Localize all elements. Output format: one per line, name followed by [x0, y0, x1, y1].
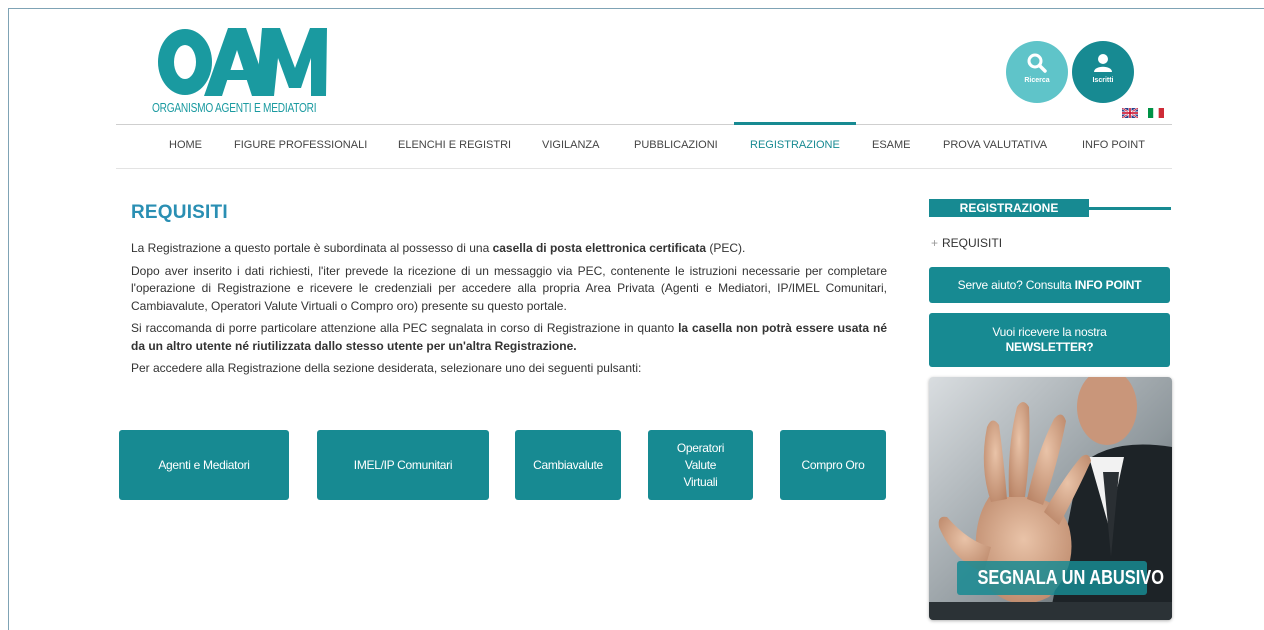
oam-logo-mark — [158, 28, 327, 96]
nav-item-esame[interactable]: ESAME — [872, 139, 911, 151]
paragraph-warning: Si raccomanda di porre particolare atten… — [131, 320, 887, 355]
paragraph-pec-bold: casella di posta elettronica certificata — [492, 241, 706, 255]
nav-item-pubblicazioni[interactable]: PUBBLICAZIONI — [634, 139, 718, 151]
report-unauthorized-label: SEGNALA UN ABUSIVO — [957, 561, 1164, 595]
nav-item-elenchi-e-registri[interactable]: ELENCHI E REGISTRI — [398, 139, 511, 151]
nav-item-info-point[interactable]: INFO POINT — [1082, 139, 1145, 151]
paragraph-instructions: Per accedere alla Registrazione della se… — [131, 361, 642, 375]
logo-subtitle: ORGANISMO AGENTI E MEDIATORI — [152, 100, 317, 115]
paragraph-iter: Dopo aver inserito i dati richiesti, l'i… — [131, 263, 887, 313]
operatori-valute-virtuali-line-2: Valute — [684, 457, 717, 472]
sidebar-link-label: REQUISITI — [942, 236, 1003, 250]
imel-ip-comunitari-button[interactable]: IMEL/IP Comunitari — [317, 430, 489, 500]
paragraph-warning-text: Si raccomanda di porre particolare atten… — [131, 321, 679, 335]
newsletter-bold: NEWSLETTER? — [1005, 340, 1094, 354]
agenti-mediatori-button[interactable]: Agenti e Mediatori — [119, 430, 289, 500]
language-switcher — [1122, 108, 1164, 118]
info-point-bold: INFO POINT — [1074, 277, 1142, 292]
info-point-text: Serve aiuto? Consulta — [957, 277, 1075, 292]
nav-item-registrazione[interactable]: REGISTRAZIONE — [750, 139, 840, 151]
requirements-text: La Registrazione a questo portale è subo… — [131, 240, 887, 383]
search-button[interactable]: Ricerca — [1006, 41, 1068, 103]
members-button-label: Iscritti — [1092, 77, 1114, 84]
nav-item-prova-valutativa[interactable]: PROVA VALUTATIVA — [943, 139, 1047, 151]
members-button[interactable]: Iscritti — [1072, 41, 1134, 103]
paragraph-pec: La Registrazione a questo portale è subo… — [131, 240, 887, 258]
newsletter-text: Vuoi ricevere la nostra — [992, 325, 1107, 339]
report-unauthorized-text: SEGNALA UN ABUSIVO — [977, 567, 1164, 589]
info-point-button[interactable]: Serve aiuto? Consulta INFO POINT — [929, 267, 1170, 303]
nav-item-home[interactable]: HOME — [169, 139, 202, 151]
newsletter-button[interactable]: Vuoi ricevere la nostra NEWSLETTER? — [929, 313, 1170, 367]
english-flag-icon[interactable] — [1122, 108, 1138, 118]
operatori-valute-virtuali-line-3: Virtuali — [683, 474, 718, 489]
operatori-valute-virtuali-button[interactable]: Operatori Valute Virtuali — [648, 430, 753, 500]
italian-flag-icon[interactable] — [1148, 108, 1164, 118]
compro-oro-button[interactable]: Compro Oro — [780, 430, 886, 500]
search-icon — [1027, 53, 1047, 73]
plus-icon: + — [931, 236, 939, 250]
window-border-left — [8, 8, 9, 630]
operatori-valute-virtuali-line-1: Operatori — [676, 440, 725, 455]
sidebar-section-title: REGISTRAZIONE — [929, 199, 1089, 217]
cambiavalute-button[interactable]: Cambiavalute — [515, 430, 621, 500]
nav-divider-bottom — [116, 168, 1172, 169]
report-unauthorized-banner[interactable]: SEGNALA UN ABUSIVO — [929, 377, 1172, 620]
page-title: REQUISITI — [131, 202, 228, 223]
info-point-button-label: Serve aiuto? Consulta INFO POINT — [958, 278, 1142, 293]
user-icon — [1094, 54, 1112, 72]
oam-logo[interactable]: ORGANISMO AGENTI E MEDIATORI — [152, 26, 332, 122]
sidebar-link-requisiti[interactable]: + REQUISITI — [931, 236, 1002, 250]
search-button-label: Ricerca — [1024, 77, 1050, 84]
nav-item-figure-professionali[interactable]: FIGURE PROFESSIONALI — [234, 139, 367, 151]
paragraph-pec-text: La Registrazione a questo portale è subo… — [131, 241, 493, 255]
window-border-top — [8, 8, 1264, 9]
sidebar-title-line — [1089, 207, 1171, 210]
paragraph-pec-end: (PEC). — [706, 241, 746, 255]
nav-item-vigilanza[interactable]: VIGILANZA — [542, 139, 599, 151]
main-nav: HOME FIGURE PROFESSIONALI ELENCHI E REGI… — [116, 125, 1172, 167]
